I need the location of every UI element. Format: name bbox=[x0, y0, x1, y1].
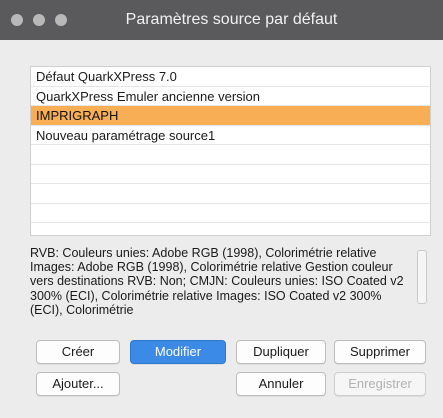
duplicate-button[interactable]: Dupliquer bbox=[236, 340, 326, 364]
empty-list-row bbox=[31, 145, 430, 165]
save-button: Enregistrer bbox=[334, 372, 426, 396]
empty-list-row bbox=[31, 165, 430, 184]
add-button[interactable]: Ajouter... bbox=[36, 372, 120, 396]
cancel-button[interactable]: Annuler bbox=[236, 372, 326, 396]
settings-description-panel: RVB: Couleurs unies: Adobe RGB (1998), C… bbox=[30, 246, 429, 328]
settings-description-text: RVB: Couleurs unies: Adobe RGB (1998), C… bbox=[30, 246, 404, 317]
delete-button[interactable]: Supprimer bbox=[334, 340, 426, 364]
list-item[interactable]: Défaut QuarkXPress 7.0 bbox=[31, 67, 430, 87]
window-titlebar: Paramètres source par défaut bbox=[0, 0, 443, 40]
list-item[interactable]: QuarkXPress Emuler ancienne version bbox=[31, 87, 430, 106]
list-item[interactable]: Nouveau paramétrage source1 bbox=[31, 126, 430, 145]
window-title: Paramètres source par défaut bbox=[125, 11, 338, 28]
modify-button[interactable]: Modifier bbox=[130, 340, 226, 364]
description-scrollbar[interactable] bbox=[417, 250, 427, 304]
empty-list-row bbox=[31, 184, 430, 204]
list-item-selected[interactable]: IMPRIGRAPH bbox=[31, 106, 430, 126]
create-button[interactable]: Créer bbox=[36, 340, 120, 364]
empty-list-row bbox=[31, 204, 430, 223]
source-settings-list[interactable]: Défaut QuarkXPress 7.0 QuarkXPress Emule… bbox=[30, 66, 431, 236]
